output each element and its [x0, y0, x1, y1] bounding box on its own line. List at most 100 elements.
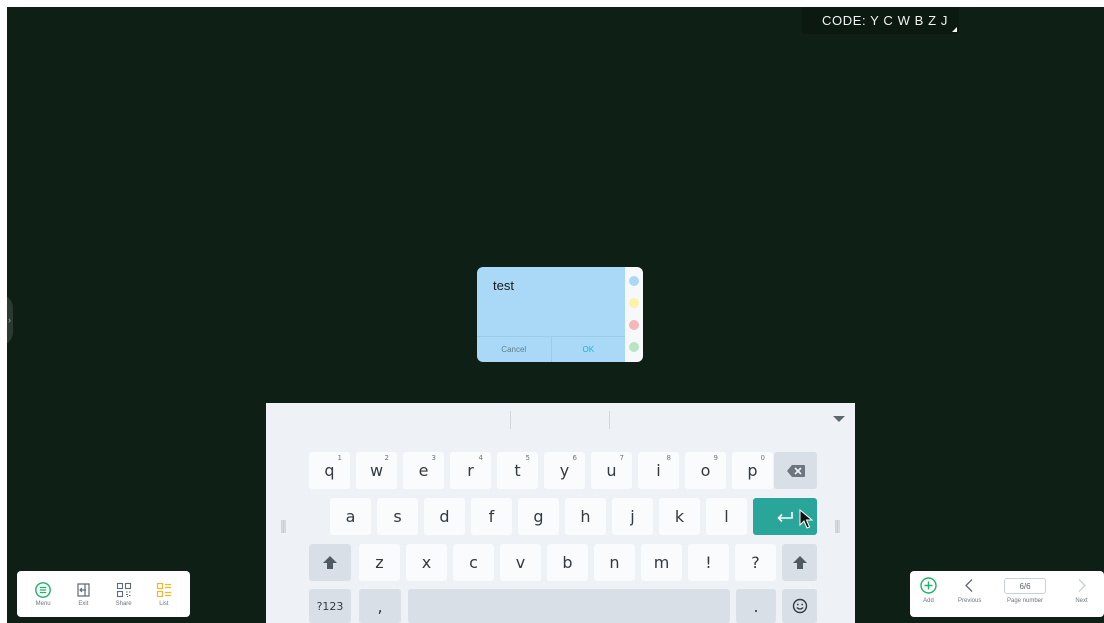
key-char: m [653, 553, 670, 572]
key-char: i [656, 461, 661, 480]
color-blue-swatch[interactable] [629, 276, 639, 286]
letter-key[interactable]: o9 [685, 452, 726, 489]
key-char: g [533, 507, 544, 526]
code-banner: CODE: Y C W B Z J [802, 7, 959, 34]
space-key[interactable] [408, 589, 730, 623]
letter-key[interactable]: t5 [497, 452, 538, 489]
letter-key[interactable]: l [706, 498, 747, 535]
letter-key[interactable]: p0 [732, 452, 773, 489]
key-char: ! [705, 553, 712, 572]
onscreen-keyboard: ||| ||| ?123 , . q 1 w 2 e 3 r 4 t 5 y 6… [266, 403, 855, 623]
key-char: s [393, 507, 402, 526]
note-cancel-button[interactable]: Cancel [477, 337, 552, 362]
period-key[interactable]: . [736, 589, 776, 623]
key-char: u [606, 461, 617, 480]
note-body[interactable]: test Cancel OK [477, 267, 625, 362]
letter-key[interactable]: v [500, 544, 541, 581]
letter-key[interactable]: j [612, 498, 653, 535]
letter-key[interactable]: k [659, 498, 700, 535]
key-char: r [467, 461, 474, 480]
menu-button[interactable]: Menu [26, 581, 60, 607]
backspace-key[interactable] [774, 452, 817, 489]
add-page-button[interactable]: Add [920, 577, 937, 604]
shift-icon [792, 556, 807, 569]
left-grip-icon[interactable]: ||| [280, 517, 288, 539]
letter-key[interactable]: y6 [544, 452, 585, 489]
smiley-icon [792, 598, 807, 614]
chevron-right-icon [1078, 579, 1086, 592]
key-char: b [562, 553, 573, 572]
left-toolbar: Menu Exit Share List [17, 571, 190, 617]
key-char: q [324, 461, 335, 480]
qr-code-icon [116, 582, 131, 597]
color-yellow-swatch[interactable] [629, 298, 639, 308]
letter-key[interactable]: a [330, 498, 371, 535]
note-text[interactable]: test [493, 278, 514, 293]
letter-key[interactable]: h [565, 498, 606, 535]
key-char: w [369, 461, 384, 480]
key-number-hint: 9 [713, 454, 718, 462]
key-char: h [580, 507, 591, 526]
key-char: z [375, 553, 384, 572]
key-number-hint: 7 [619, 454, 624, 462]
key-char: k [674, 507, 685, 526]
enter-icon [777, 511, 793, 522]
key-char: p [747, 461, 758, 480]
page-number-label: Page number [1006, 598, 1044, 604]
letter-key[interactable]: x [406, 544, 447, 581]
exit-icon [77, 582, 90, 597]
hide-keyboard-icon[interactable] [833, 416, 845, 422]
shift-key-right[interactable] [782, 544, 817, 581]
letter-key[interactable]: i8 [638, 452, 679, 489]
key-char: x [421, 553, 432, 572]
share-button[interactable]: Share [107, 582, 141, 607]
share-label: Share [115, 600, 132, 607]
letter-key[interactable]: u7 [591, 452, 632, 489]
letter-key[interactable]: w2 [356, 452, 397, 489]
key-number-hint: 0 [760, 454, 765, 462]
whiteboard-canvas[interactable]: CODE: Y C W B Z J › test Cancel OK ||| | [7, 7, 1104, 623]
key-char: y [559, 461, 570, 480]
note-button-row: Cancel OK [477, 336, 625, 362]
letter-key[interactable]: ? [735, 544, 776, 581]
letter-key[interactable]: r4 [450, 452, 491, 489]
key-number-hint: 2 [384, 454, 389, 462]
color-red-swatch[interactable] [629, 320, 639, 330]
letter-key[interactable]: n [594, 544, 635, 581]
key-char: ? [751, 553, 760, 572]
letter-key[interactable]: f [471, 498, 512, 535]
sticky-note[interactable]: test Cancel OK [477, 267, 643, 362]
letter-key[interactable]: d [424, 498, 465, 535]
page-number-control: 6/6 Page number [1004, 578, 1046, 604]
letter-key[interactable]: s [377, 498, 418, 535]
right-toolbar: Add Previous 6/6 Page number Next [910, 571, 1104, 617]
comma-key[interactable]: , [359, 589, 401, 623]
add-circle-icon [920, 577, 937, 594]
key-char: f [488, 507, 495, 526]
letter-key[interactable]: g [518, 498, 559, 535]
suggestion-divider [510, 411, 511, 429]
side-panel-handle[interactable]: › [7, 294, 13, 346]
letter-key[interactable]: e3 [403, 452, 444, 489]
letter-key[interactable]: z [359, 544, 400, 581]
color-green-swatch[interactable] [629, 342, 639, 352]
key-number-hint: 3 [431, 454, 436, 462]
letter-key[interactable]: q1 [309, 452, 350, 489]
next-page-button[interactable]: Next [1073, 577, 1090, 604]
note-ok-button[interactable]: OK [552, 337, 626, 362]
right-grip-icon[interactable]: ||| [834, 517, 842, 539]
letter-key[interactable]: ! [688, 544, 729, 581]
emoji-key[interactable] [782, 589, 817, 623]
shift-key-left[interactable] [309, 544, 351, 581]
page-number-field[interactable]: 6/6 [1004, 578, 1046, 594]
symbols-key[interactable]: ?123 [309, 589, 351, 623]
previous-page-button[interactable]: Previous [958, 577, 981, 604]
letter-key[interactable]: m [641, 544, 682, 581]
letter-key[interactable]: c [453, 544, 494, 581]
chevron-right-icon: › [8, 315, 11, 325]
chevron-left-icon [965, 579, 973, 592]
letter-key[interactable]: b [547, 544, 588, 581]
exit-button[interactable]: Exit [66, 582, 100, 607]
list-button[interactable]: List [147, 582, 181, 607]
code-text: CODE: Y C W B Z J [822, 13, 949, 28]
